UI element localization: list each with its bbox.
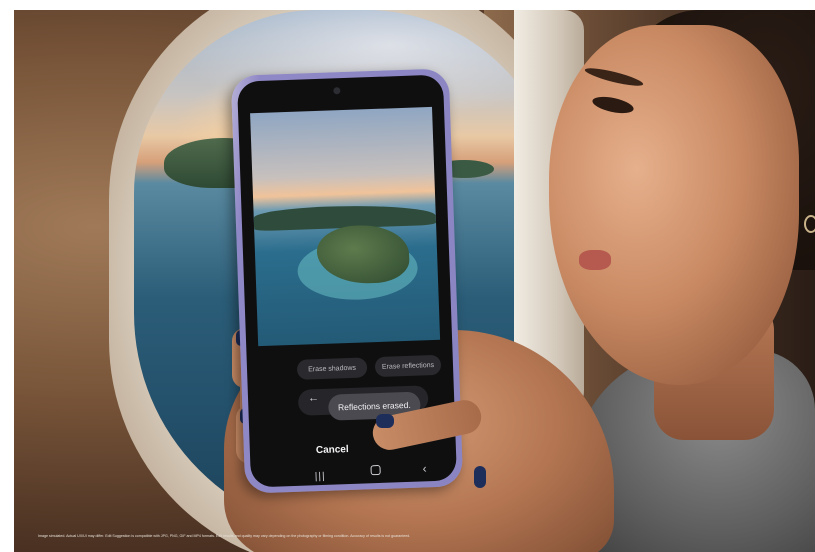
photo-scene: Erase shadows Erase reflections ← Reflec… bbox=[14, 10, 815, 552]
legal-disclaimer: Image simulated. Actual UX/UI may differ… bbox=[38, 534, 411, 538]
earring bbox=[804, 215, 815, 233]
front-camera bbox=[333, 87, 341, 95]
right-nail bbox=[474, 466, 486, 488]
back-icon[interactable]: ‹ bbox=[422, 461, 426, 475]
cancel-label: Cancel bbox=[315, 444, 349, 457]
back-arrow-icon[interactable]: ← bbox=[308, 392, 319, 404]
erase-shadows-label: Erase shadows bbox=[308, 364, 357, 373]
erase-reflections-label: Erase reflections bbox=[381, 361, 435, 371]
erase-shadows-button[interactable]: Erase shadows bbox=[296, 357, 368, 380]
erase-reflections-button[interactable]: Erase reflections bbox=[374, 354, 442, 378]
toast-text: Reflections erased. bbox=[337, 399, 411, 413]
thumb-nail bbox=[376, 414, 394, 428]
home-icon[interactable] bbox=[370, 464, 381, 476]
edited-photo bbox=[250, 106, 441, 347]
cancel-button[interactable]: Cancel bbox=[316, 444, 349, 456]
woman-lips bbox=[579, 250, 611, 270]
recents-icon[interactable]: ||| bbox=[315, 471, 326, 482]
